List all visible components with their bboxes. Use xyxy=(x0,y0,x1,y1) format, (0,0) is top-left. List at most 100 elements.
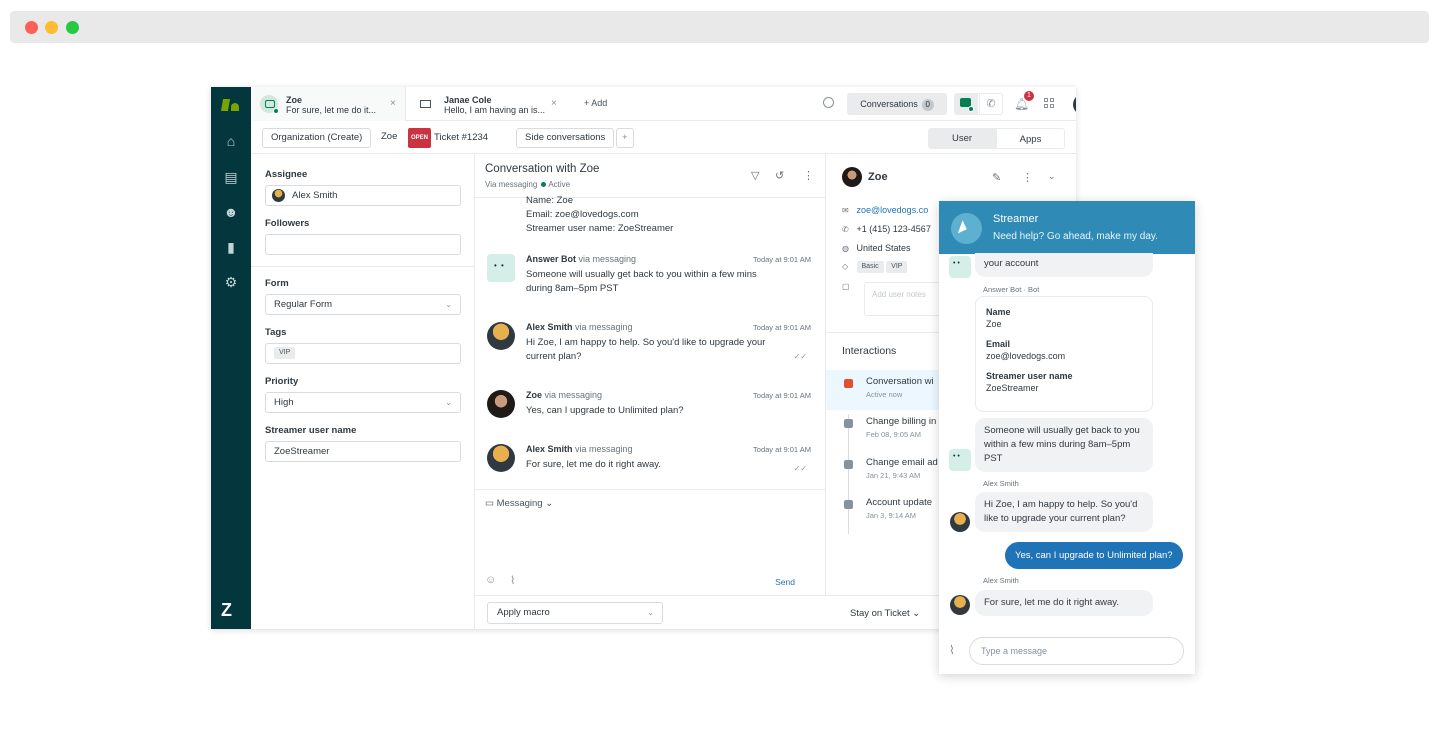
conversations-label: Conversations xyxy=(860,99,918,109)
priority-select[interactable]: High ⌄ xyxy=(265,392,461,413)
interaction-time: Jan 3, 9:14 AM xyxy=(866,511,917,520)
agent-bubble: For sure, let me do it right away. xyxy=(975,590,1153,616)
mail-icon: ✉ xyxy=(842,206,849,215)
profile-avatar[interactable] xyxy=(1073,94,1076,115)
channel-switcher[interactable]: ▭ Messaging ⌄ xyxy=(485,498,553,509)
maximize-window-button[interactable] xyxy=(66,21,79,34)
reply-composer[interactable]: ▭ Messaging ⌄ ☺ ⌇ Send xyxy=(475,489,825,594)
user-crumb[interactable]: Zoe xyxy=(373,128,405,148)
edit-icon[interactable]: ✎ xyxy=(992,171,1001,184)
views-icon[interactable]: ▤ xyxy=(223,169,239,185)
more-icon[interactable]: ⋮ xyxy=(1022,171,1033,184)
close-tab-icon[interactable]: × xyxy=(390,98,396,109)
nav-rail: ⌂ ▤ ☻ ▮ ⚙ Z xyxy=(211,87,251,629)
phone-icon[interactable]: ✆ xyxy=(979,93,1003,115)
tab-title: Zoe xyxy=(286,95,303,105)
tags-field[interactable]: VIP xyxy=(265,343,461,364)
product-logo-icon[interactable] xyxy=(220,97,240,111)
read-receipt-icon: ✓✓ xyxy=(793,352,807,361)
more-icon[interactable]: ⋮ xyxy=(803,169,814,182)
form-label: Form xyxy=(265,278,289,289)
card-value: ZoeStreamer xyxy=(986,383,1039,393)
customer-avatar xyxy=(842,167,862,187)
filter-icon[interactable]: ▽ xyxy=(751,169,759,182)
organization-crumb[interactable]: Organization (Create) xyxy=(262,128,372,148)
tag-chip[interactable]: Basic xyxy=(856,261,884,273)
conversations-button[interactable]: Conversations 0 xyxy=(847,93,947,115)
sender-name: Answer Bot xyxy=(526,254,577,264)
assignee-field[interactable]: Alex Smith xyxy=(265,185,461,206)
tags-row: ◇ Basic VIP xyxy=(842,261,908,273)
priority-value: High xyxy=(274,397,294,408)
tag-icon: ◇ xyxy=(842,262,849,272)
home-icon[interactable]: ⌂ xyxy=(223,133,239,149)
interaction-title: Change billing in xyxy=(866,416,937,427)
side-conversations-crumb[interactable]: Side conversations xyxy=(516,128,615,148)
customers-icon[interactable]: ☻ xyxy=(223,204,239,220)
zendesk-logo-icon[interactable]: Z xyxy=(221,600,232,621)
chat-channel-icon xyxy=(260,95,279,114)
message-text: Someone will usually get back to you wit… xyxy=(526,269,757,294)
close-window-button[interactable] xyxy=(25,21,38,34)
tab-apps[interactable]: Apps xyxy=(996,128,1065,149)
apply-macro-select[interactable]: Apply macro ⌄ xyxy=(487,602,663,624)
divider xyxy=(251,266,474,267)
chevron-down-icon[interactable]: ⌄ xyxy=(1048,171,1056,182)
send-button[interactable]: Send xyxy=(775,577,795,587)
info-card: Name Zoe Email zoe@lovedogs.com Streamer… xyxy=(975,296,1153,412)
card-label: Email xyxy=(986,339,1011,349)
add-tab-button[interactable]: + Add xyxy=(584,98,607,108)
chevron-down-icon: ⌄ xyxy=(445,300,452,309)
globe-icon: ◍ xyxy=(842,244,849,253)
email-link[interactable]: zoe@lovedogs.co xyxy=(857,205,929,215)
message-item: Alex Smith via messaging Today at 9:01 A… xyxy=(487,444,811,484)
stay-on-ticket-select[interactable]: Stay on Ticket ⌄ xyxy=(850,608,920,619)
attachment-icon[interactable]: ⌇ xyxy=(949,643,955,657)
notes-icon: ▢ xyxy=(842,282,850,291)
chevron-down-icon: ⌄ xyxy=(445,398,452,407)
agent-avatar xyxy=(950,512,970,532)
agent-avatar xyxy=(487,322,515,350)
ticket-crumb[interactable]: OPEN Ticket #1234 xyxy=(404,128,492,148)
answer-bot-avatar xyxy=(487,254,515,282)
answer-bot-avatar xyxy=(949,449,971,471)
user-bubble: Yes, can I upgrade to Unlimited plan? xyxy=(1005,542,1183,569)
tab-janae-cole[interactable]: Janae Cole Hello, I am having an is... × xyxy=(406,87,566,121)
ticket-icon xyxy=(844,460,853,469)
close-tab-icon[interactable]: × xyxy=(551,98,557,109)
add-side-conversation-button[interactable]: + xyxy=(616,128,634,148)
interaction-time: Active now xyxy=(866,390,903,399)
history-icon[interactable]: ↺ xyxy=(775,169,784,182)
message-input[interactable]: Type a message xyxy=(969,637,1184,665)
interaction-title: Conversation wi xyxy=(866,376,934,387)
search-icon[interactable] xyxy=(823,97,834,108)
form-select[interactable]: Regular Form ⌄ xyxy=(265,294,461,315)
attachment-icon[interactable]: ⌇ xyxy=(510,574,515,587)
tag-chip[interactable]: VIP xyxy=(886,261,908,273)
via-text: via messaging xyxy=(578,254,637,264)
followers-field[interactable] xyxy=(265,234,461,255)
agent-caption: Alex Smith xyxy=(983,576,1019,585)
minimize-window-button[interactable] xyxy=(45,21,58,34)
interaction-title: Change email ad xyxy=(866,457,938,468)
bot-bubble: Someone will usually get back to you wit… xyxy=(975,418,1153,472)
ticket-icon xyxy=(844,500,853,509)
messaging-status-button[interactable] xyxy=(954,93,978,115)
reporting-icon[interactable]: ▮ xyxy=(223,239,239,255)
interaction-time: Jan 21, 9:43 AM xyxy=(866,471,921,480)
card-label: Streamer user name xyxy=(986,371,1073,381)
form-value: Regular Form xyxy=(274,299,333,310)
tab-preview: For sure, let me do it... xyxy=(286,105,377,115)
tab-zoe[interactable]: Zoe For sure, let me do it... × xyxy=(251,87,406,121)
tag-chip[interactable]: VIP xyxy=(274,347,296,360)
agent-avatar xyxy=(487,444,515,472)
tab-user[interactable]: User xyxy=(928,128,996,149)
tags-label: Tags xyxy=(265,327,287,338)
streamer-field[interactable]: ZoeStreamer xyxy=(265,441,461,462)
via-text: via messaging xyxy=(544,390,603,400)
settings-gear-icon[interactable]: ⚙ xyxy=(223,274,239,290)
widget-header: Streamer Need help? Go ahead, make my da… xyxy=(939,201,1195,254)
phone-row: ✆ +1 (415) 123-4567 xyxy=(842,224,931,234)
emoji-icon[interactable]: ☺ xyxy=(485,574,496,586)
apps-grid-icon[interactable] xyxy=(1044,98,1055,109)
